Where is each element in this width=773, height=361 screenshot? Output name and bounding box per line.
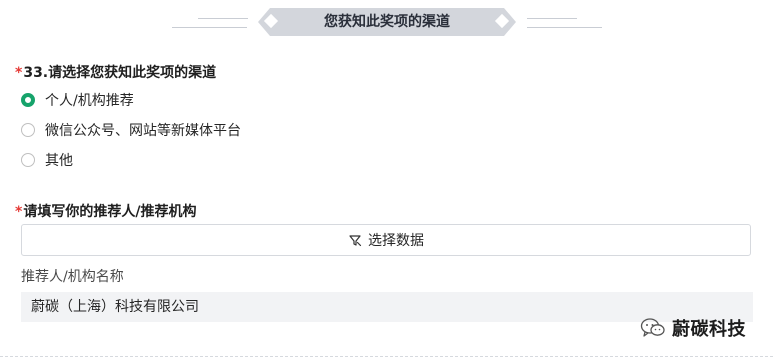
question-referrer-title: *请填写你的推荐人/推荐机构: [15, 201, 196, 221]
banner-line-left-outer: [172, 27, 247, 28]
watermark: 蔚碳科技: [640, 315, 746, 341]
required-mark: *: [15, 65, 23, 81]
radio-unchecked-icon[interactable]: [21, 153, 35, 167]
select-data-label: 选择数据: [368, 233, 424, 249]
banner-line-left-inner: [198, 18, 248, 19]
radio-unchecked-icon[interactable]: [21, 123, 35, 137]
watermark-text: 蔚碳科技: [672, 319, 746, 340]
data-select-icon: [349, 235, 362, 247]
radio-option-referral[interactable]: 个人/机构推荐: [21, 89, 134, 111]
select-data-button[interactable]: 选择数据: [21, 224, 751, 256]
required-mark: *: [15, 204, 23, 220]
question-channel-title: *33.请选择您获知此奖项的渠道: [15, 62, 216, 82]
radio-option-label: 个人/机构推荐: [45, 93, 134, 109]
radio-option-new-media[interactable]: 微信公众号、网站等新媒体平台: [21, 119, 241, 141]
section-title: 您获知此奖项的渠道: [324, 14, 450, 30]
radio-option-other[interactable]: 其他: [21, 149, 73, 171]
section-header: 您获知此奖项的渠道: [0, 0, 773, 44]
radio-option-label: 其他: [45, 153, 73, 169]
radio-option-label: 微信公众号、网站等新媒体平台: [45, 123, 241, 139]
banner-line-right-outer: [527, 27, 602, 28]
question-referrer-label: 请填写你的推荐人/推荐机构: [23, 204, 197, 220]
question-channel-label: 33.请选择您获知此奖项的渠道: [23, 65, 217, 81]
radio-checked-icon[interactable]: [21, 93, 35, 107]
wechat-icon: [640, 318, 665, 337]
referrer-name-label: 推荐人/机构名称: [21, 269, 124, 285]
banner-line-right-inner: [527, 18, 577, 19]
bottom-divider: [0, 356, 773, 357]
